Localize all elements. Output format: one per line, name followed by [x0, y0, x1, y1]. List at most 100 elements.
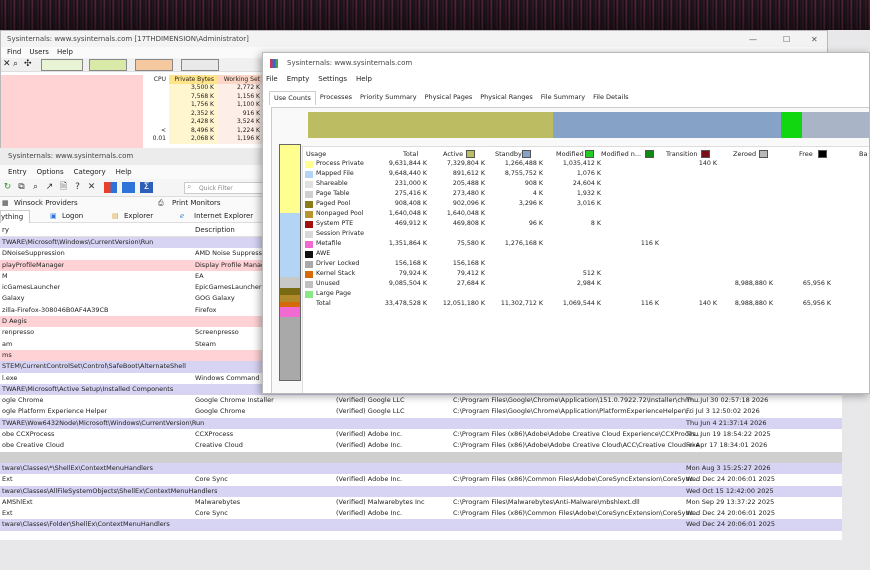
menu-item-file[interactable]: File — [266, 73, 278, 85]
column-header-standby[interactable]: Standby — [495, 150, 522, 158]
publisher: (Verified) Adobe Inc. — [336, 441, 403, 450]
tab-logon[interactable]: Logon — [62, 210, 83, 223]
use-count-row[interactable]: Paged Pool 908,408 K 902,096 K 3,296 K 3,016… — [303, 199, 869, 209]
table-row[interactable]: ogle Platform Experience Helper Google Ch… — [0, 406, 842, 418]
copy-icon[interactable]: ⧉ — [16, 182, 27, 193]
registry-key-row[interactable]: TWARE\Wow6432Node\Microsoft\Windows\Curr… — [0, 417, 842, 430]
tab-physical-ranges[interactable]: Physical Ranges — [476, 91, 537, 105]
use-count-row[interactable]: Total 33,478,528 K 12,051,180 K 11,302,712 … — [303, 299, 869, 309]
find-icon[interactable]: ⌕ — [13, 59, 18, 69]
refresh-icon[interactable]: ↻ — [2, 182, 13, 193]
column-header-modified[interactable]: Modified — [556, 150, 584, 158]
menu-item-category[interactable]: Category — [74, 165, 106, 179]
tab-processes[interactable]: Processes — [316, 91, 356, 105]
menu-item-users[interactable]: Users — [29, 47, 49, 58]
microsoft-entries-icon[interactable] — [122, 182, 135, 193]
close-icon[interactable]: ✕ — [3, 59, 11, 69]
column-header-total[interactable]: Total — [403, 150, 418, 158]
column-header-modified-no-write[interactable]: Modified n... — [601, 150, 641, 158]
menu-item-find[interactable]: Find — [7, 47, 21, 58]
target-icon[interactable]: ✣ — [24, 59, 32, 69]
use-count-row[interactable]: Nonpaged Pool 1,640,048 K 1,640,048 K — [303, 209, 869, 219]
use-count-row[interactable]: Shareable 231,000 K 205,488 K 908 K 24,604 K — [303, 179, 869, 189]
menu-item-help[interactable]: Help — [116, 165, 132, 179]
io-graph[interactable] — [135, 59, 173, 71]
registry-key-row[interactable]: tware\Classes\Folder\ShellEx\ContextMenu… — [0, 519, 842, 531]
tab-everything[interactable]: ything — [0, 210, 31, 224]
use-count-row[interactable]: Large Page — [303, 289, 869, 299]
use-count-row[interactable]: Driver Locked 156,168 K 156,168 K — [303, 259, 869, 269]
menu-item-settings[interactable]: Settings — [318, 73, 347, 85]
use-count-row[interactable]: Kernel Stack 79,924 K 79,412 K 512 K — [303, 269, 869, 279]
tab-file-summary[interactable]: File Summary — [537, 91, 589, 105]
table-row[interactable] — [0, 451, 842, 463]
tab-print-monitors[interactable]: Print Monitors — [172, 197, 221, 210]
minimize-icon[interactable]: — — [749, 35, 757, 44]
cell — [143, 118, 169, 127]
rammap-window[interactable]: Sysinternals: www.sysinternals.com File … — [262, 52, 870, 394]
table-row[interactable]: obe CCXProcess CCXProcess (Verified) Adobe… — [0, 429, 842, 441]
publisher: (Verified) Adobe Inc. — [336, 509, 403, 518]
sigma-icon[interactable]: Σ — [140, 182, 153, 193]
menu-item-options[interactable]: Options — [37, 165, 64, 179]
tab-internet-explorer[interactable]: Internet Explorer — [194, 210, 253, 223]
find-icon[interactable]: ? — [72, 182, 83, 193]
column-header-cpu[interactable]: CPU — [143, 75, 169, 84]
registry-key-row[interactable]: tware\Classes\AllFileSystemObjects\Shell… — [0, 485, 842, 497]
column-header-bad[interactable]: Ba — [859, 150, 867, 158]
use-count-row[interactable]: Process Private 9,631,844 K 7,329,804 K 1,2… — [303, 159, 869, 169]
total-cell: 79,924 K — [398, 270, 427, 277]
column-header-transition[interactable]: Transition — [666, 150, 697, 158]
properties-icon[interactable]: 🗎 — [58, 182, 69, 193]
gpu-graph[interactable] — [181, 59, 219, 71]
menu-item-help[interactable]: Help — [57, 47, 73, 58]
menu-item-help[interactable]: Help — [356, 73, 372, 85]
tab-explorer[interactable]: Explorer — [124, 210, 153, 223]
tab-file-details[interactable]: File Details — [589, 91, 632, 105]
column-header-private-bytes[interactable]: Private Bytes — [169, 75, 217, 84]
tab-priority-summary[interactable]: Priority Summary — [356, 91, 421, 105]
use-count-row[interactable]: Session Private — [303, 229, 869, 239]
table-row[interactable]: obe Creative Cloud Creative Cloud (Verifie… — [0, 440, 842, 452]
active-cell: 27,684 K — [456, 280, 485, 287]
usage-color-swatch — [305, 241, 313, 248]
table-row[interactable]: ogle Chrome Google Chrome Installer (Verif… — [0, 395, 842, 407]
total-cell: 1,351,864 K — [388, 240, 427, 247]
column-header-free[interactable]: Free — [799, 150, 813, 158]
total-cell: 33,478,528 K — [384, 300, 427, 307]
use-count-row[interactable]: Mapped File 9,648,440 K 891,612 K 8,755,752… — [303, 169, 869, 179]
column-header-description[interactable]: Description — [195, 223, 235, 237]
tab-physical-pages[interactable]: Physical Pages — [421, 91, 477, 105]
tab-winsock-providers[interactable]: Winsock Providers — [14, 197, 78, 210]
use-count-row[interactable]: AWE — [303, 249, 869, 259]
cpu-graph[interactable] — [41, 59, 83, 71]
search-icon[interactable]: ⌕ — [30, 182, 41, 193]
table-row[interactable]: Ext Core Sync (Verified) Adobe Inc. C:\Prog… — [0, 474, 842, 486]
commit-graph[interactable] — [89, 59, 127, 71]
table-row[interactable]: Ext Core Sync (Verified) Adobe Inc. C:\Prog… — [0, 508, 842, 520]
column-header-usage[interactable]: Usage — [306, 150, 326, 158]
close-icon[interactable]: ✕ — [811, 35, 818, 44]
free-cell: 65,956 K — [802, 280, 831, 287]
column-header-entry[interactable]: ry — [2, 223, 9, 237]
menu-item-entry[interactable]: Entry — [8, 165, 27, 179]
image-path: C:\Program Files\Google\Chrome\Applicati… — [453, 396, 701, 405]
timestamp: Fri Jul 3 12:50:02 2026 — [686, 407, 760, 416]
use-count-row[interactable]: Metafile 1,351,864 K 75,580 K 1,276,168 K 11… — [303, 239, 869, 249]
use-count-row[interactable]: Unused 9,085,504 K 27,684 K 2,984 K 8,988,88… — [303, 279, 869, 289]
registry-key-row[interactable]: tware\Classes\*\ShellEx\ContextMenuHandl… — [0, 462, 842, 475]
maximize-icon[interactable]: ☐ — [783, 35, 790, 44]
delete-icon[interactable]: ✕ — [86, 182, 97, 193]
tab-use-counts[interactable]: Use Counts — [269, 91, 316, 105]
jump-icon[interactable]: ↗ — [44, 182, 55, 193]
table-row[interactable]: AMShlExt Malwarebytes (Verified) Malwareby… — [0, 496, 842, 509]
windows-entries-icon[interactable] — [104, 182, 117, 193]
quick-filter-input[interactable]: Quick Filter — [184, 182, 274, 194]
menu-item-empty[interactable]: Empty — [287, 73, 310, 85]
column-header-working-set[interactable]: Working Set — [217, 75, 263, 84]
column-header-zeroed[interactable]: Zeroed — [733, 150, 756, 158]
column-header-active[interactable]: Active — [443, 150, 463, 158]
use-count-row[interactable]: Page Table 275,416 K 273,480 K 4 K 1,932 K — [303, 189, 869, 199]
use-count-row[interactable]: System PTE 469,912 K 469,808 K 96 K 8 K — [303, 219, 869, 229]
modified-cell: 1,932 K — [576, 190, 601, 197]
